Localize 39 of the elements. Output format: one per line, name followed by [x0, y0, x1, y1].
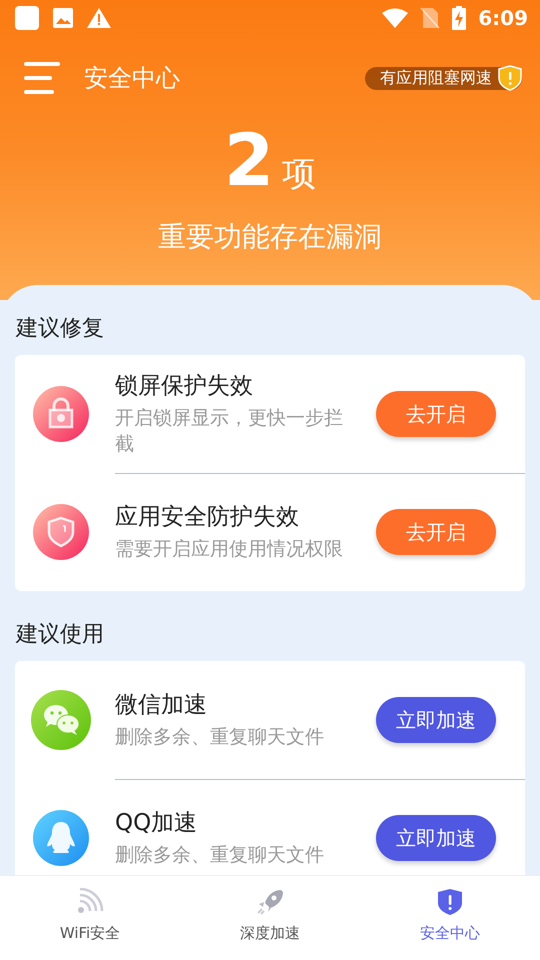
chat-bubbles-icon — [31, 690, 91, 750]
wifi-icon — [382, 8, 408, 28]
summary-message: 重要功能存在漏洞 — [157, 219, 383, 255]
item-title: 应用安全防护失效 — [115, 503, 300, 532]
shield-warning-icon — [498, 65, 522, 91]
image-icon — [52, 7, 74, 29]
item-description: 开启锁屏显示，更快一步拦截 — [115, 406, 344, 457]
menu-icon[interactable] — [24, 62, 60, 94]
item-title: 微信加速 — [115, 691, 208, 720]
warning-icon — [86, 7, 112, 29]
shield-icon — [33, 504, 89, 560]
item-title: QQ加速 — [115, 809, 198, 838]
item-title: 锁屏保护失效 — [115, 372, 254, 401]
rocket-icon — [255, 888, 285, 916]
item-description: 需要开启应用使用情况权限 — [115, 537, 344, 562]
enable-button[interactable]: 去开启 — [376, 391, 496, 437]
no-sim-icon — [420, 7, 440, 29]
enable-button[interactable]: 去开启 — [376, 509, 496, 555]
boost-button[interactable]: 立即加速 — [376, 697, 496, 743]
page-title: 安全中心 — [84, 63, 180, 94]
lock-icon — [33, 386, 89, 442]
section-title: 建议修复 — [15, 315, 105, 343]
penguin-icon — [33, 810, 89, 866]
battery-charging-icon — [452, 6, 466, 30]
item-description: 删除多余、重复聊天文件 — [115, 843, 325, 868]
alert-badge[interactable]: 有应用阻塞网速 — [365, 66, 522, 90]
wifi-icon — [75, 888, 105, 916]
section-title: 建议使用 — [15, 621, 105, 649]
nav-tab[interactable]: WiFi安全 — [0, 876, 180, 960]
badge-text: 有应用阻塞网速 — [380, 68, 492, 88]
clock: 6:09 — [478, 6, 528, 30]
count-unit: 项 — [282, 153, 316, 196]
issue-count: 2 — [224, 120, 274, 200]
nav-tab[interactable]: 安全中心 — [360, 876, 540, 960]
notification-icon — [14, 5, 40, 31]
shield-alert-icon — [435, 888, 465, 916]
boost-button[interactable]: 立即加速 — [376, 815, 496, 861]
nav-tab[interactable]: 深度加速 — [180, 876, 360, 960]
item-description: 删除多余、重复聊天文件 — [115, 725, 325, 750]
